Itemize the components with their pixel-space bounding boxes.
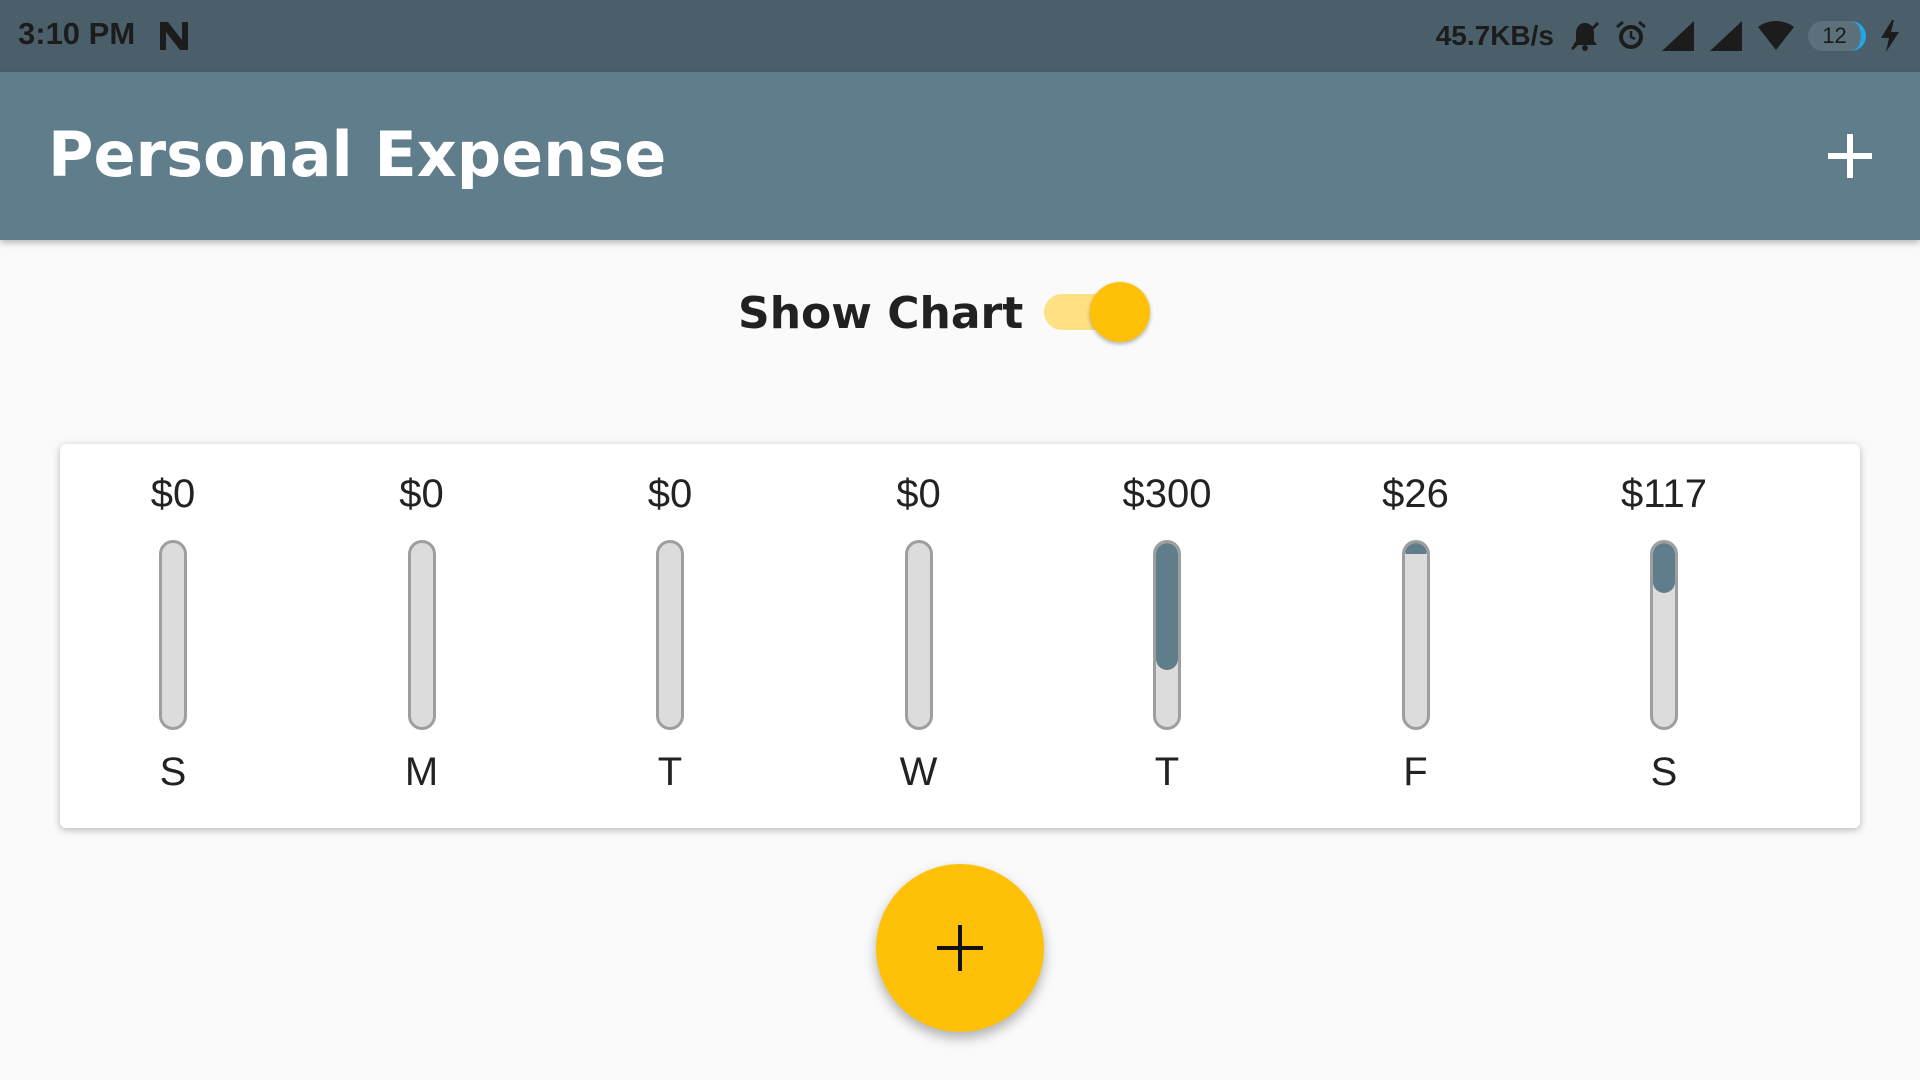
bar-fill (1156, 543, 1178, 670)
plus-icon (1828, 134, 1872, 178)
status-time: 3:10 PM (18, 16, 136, 51)
bar-day-label: S (159, 750, 187, 794)
bar-track (1153, 540, 1181, 730)
status-bar: 3:10 PM 45.7KB/s 12 (0, 0, 1920, 72)
bar-track (904, 540, 933, 730)
bar-amount-label: $0 (647, 472, 693, 516)
bar-amount-label: $300 (1122, 472, 1212, 516)
status-icons: 45.7KB/s 12 (1436, 14, 1902, 58)
charging-icon (1878, 18, 1902, 54)
show-chart-label: Show Chart (738, 288, 1024, 339)
app-bar: Personal Expense (0, 72, 1920, 240)
bar-track (159, 540, 187, 730)
chart-bar-column: $0 M (322, 444, 522, 828)
battery-level: 12 (1822, 23, 1847, 48)
bar-day-label: S (1650, 750, 1678, 794)
bar-track (656, 540, 684, 730)
battery-icon: 12 (1808, 21, 1866, 51)
chart-bar-column: $300 T (1067, 444, 1267, 828)
chart-bar-column: $117 S (1564, 444, 1764, 828)
chart-bar-column: $26 F (1316, 444, 1516, 828)
plus-icon (937, 925, 983, 971)
bar-fill (1653, 543, 1675, 593)
bar-track (1650, 540, 1678, 730)
network-speed: 45.7KB/s (1435, 20, 1554, 51)
chart-bar-column: $0 S (73, 444, 273, 828)
switch-thumb (1090, 282, 1150, 342)
show-chart-switch[interactable] (1042, 280, 1154, 344)
bar-amount-label: $117 (1620, 472, 1707, 516)
bar-amount-label: $0 (399, 472, 444, 516)
bar-day-label: F (1403, 750, 1428, 794)
signal-icon (1708, 19, 1744, 53)
add-transaction-fab[interactable] (876, 864, 1044, 1032)
bar-track (1401, 540, 1430, 730)
bar-amount-label: $0 (150, 472, 196, 516)
bar-track (407, 540, 436, 730)
page-title: Personal Expense (48, 118, 667, 191)
wifi-icon (1756, 19, 1796, 53)
bar-amount-label: $26 (1382, 472, 1449, 516)
signal-icon (1660, 19, 1696, 53)
mute-bell-icon (1568, 19, 1602, 53)
bar-fill (1404, 543, 1427, 554)
add-expense-button[interactable] (1824, 130, 1876, 182)
chart-bar-column: $0 W (819, 444, 1019, 828)
bar-day-label: T (657, 750, 683, 794)
bar-day-label: M (404, 750, 439, 794)
chart-bar-column: $0 T (570, 444, 770, 828)
weekly-chart-card: $0 S $0 M $0 T $0 W $300 T $26 F $117 S (60, 444, 1860, 828)
notification-n-icon (156, 18, 192, 54)
bar-amount-label: $0 (896, 472, 941, 516)
bar-day-label: W (899, 750, 938, 794)
alarm-icon (1614, 19, 1648, 53)
bar-day-label: T (1154, 750, 1180, 794)
